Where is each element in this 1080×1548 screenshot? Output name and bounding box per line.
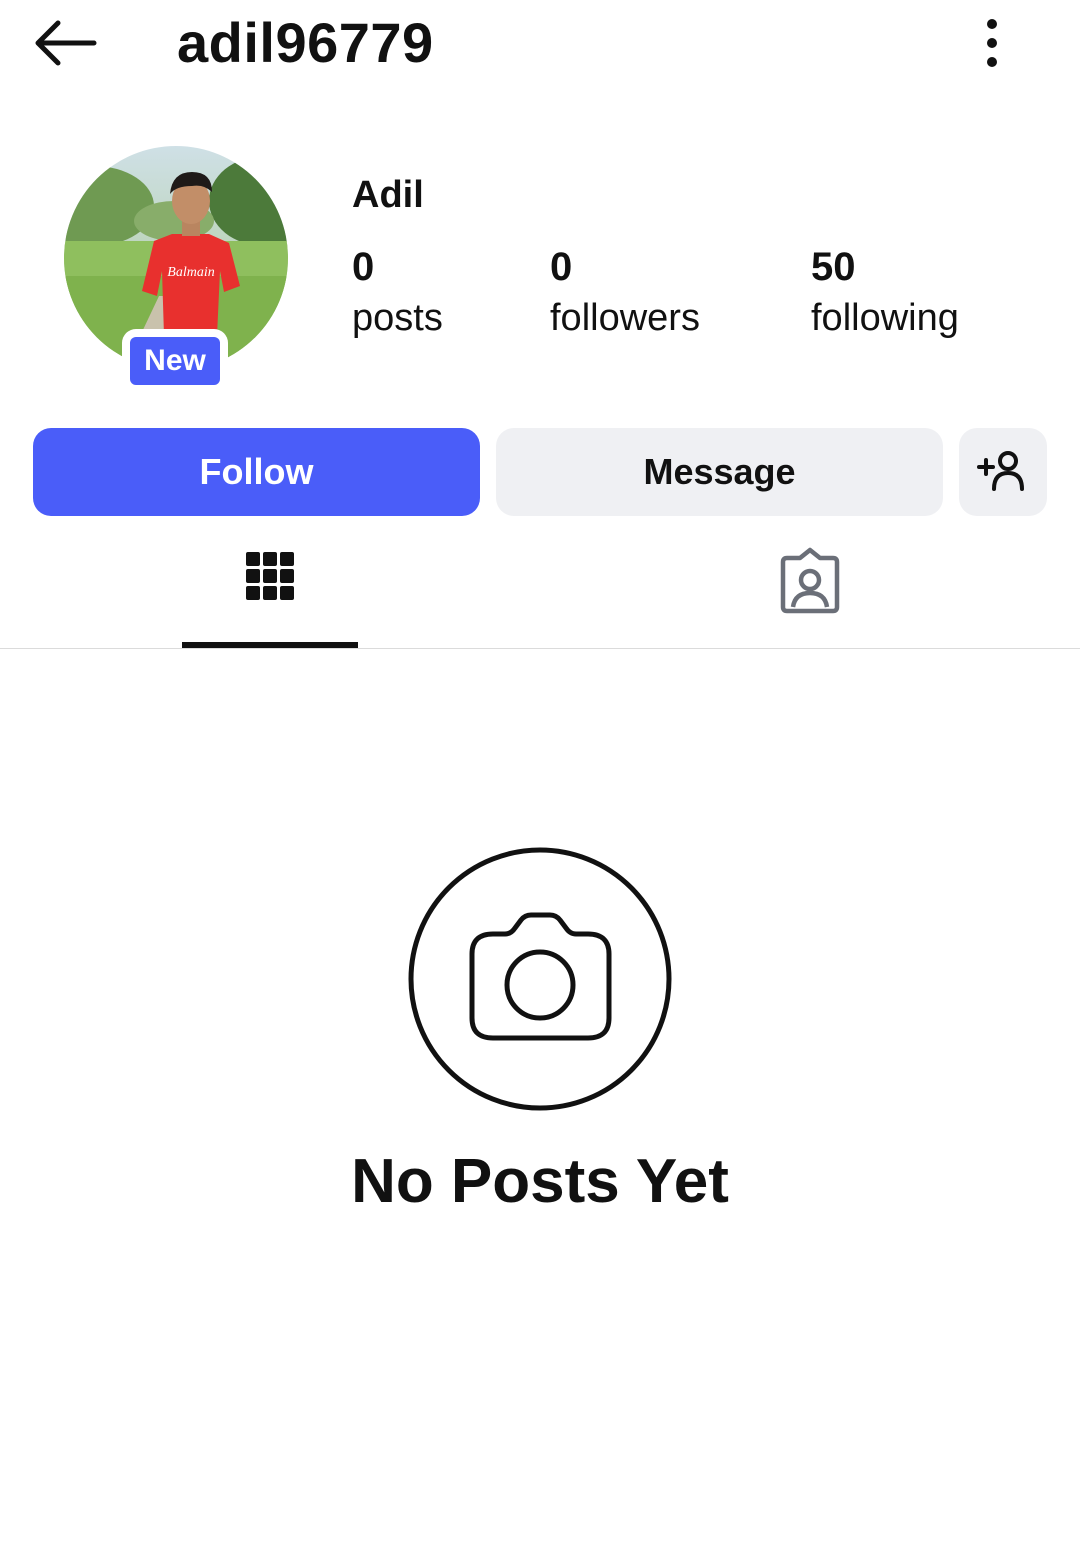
stat-posts-label: posts <box>352 297 443 339</box>
add-person-icon <box>977 451 1024 491</box>
follow-button[interactable]: Follow <box>33 428 480 516</box>
back-button[interactable] <box>28 14 104 72</box>
more-options-button[interactable] <box>968 14 1016 72</box>
more-vertical-icon <box>987 19 997 67</box>
profile-username: adil96779 <box>177 11 434 74</box>
profile-display-name: Adil <box>352 174 424 216</box>
stat-following[interactable]: 50 following <box>811 243 959 345</box>
tab-tagged[interactable] <box>722 530 898 648</box>
stat-posts-count: 0 <box>352 245 375 289</box>
stat-followers-count: 0 <box>550 245 573 289</box>
tab-posts-grid[interactable] <box>182 530 358 648</box>
stat-following-count: 50 <box>811 245 856 289</box>
empty-state-icon <box>407 846 673 1112</box>
shirt-text: Balmain <box>167 265 214 280</box>
camera-icon <box>408 847 672 1111</box>
empty-state-title: No Posts Yet <box>351 1147 729 1216</box>
new-badge: New <box>122 329 228 393</box>
tabs-divider <box>0 648 1080 649</box>
message-button[interactable]: Message <box>496 428 943 516</box>
stat-following-label: following <box>811 297 959 339</box>
grid-icon <box>246 552 294 600</box>
suggested-users-button[interactable] <box>959 428 1047 516</box>
back-arrow-icon <box>35 20 97 66</box>
stat-followers-label: followers <box>550 297 700 339</box>
tagged-person-icon <box>780 547 840 614</box>
stat-posts[interactable]: 0 posts <box>352 243 443 345</box>
stat-followers[interactable]: 0 followers <box>550 243 700 345</box>
new-badge-label: New <box>130 337 220 385</box>
